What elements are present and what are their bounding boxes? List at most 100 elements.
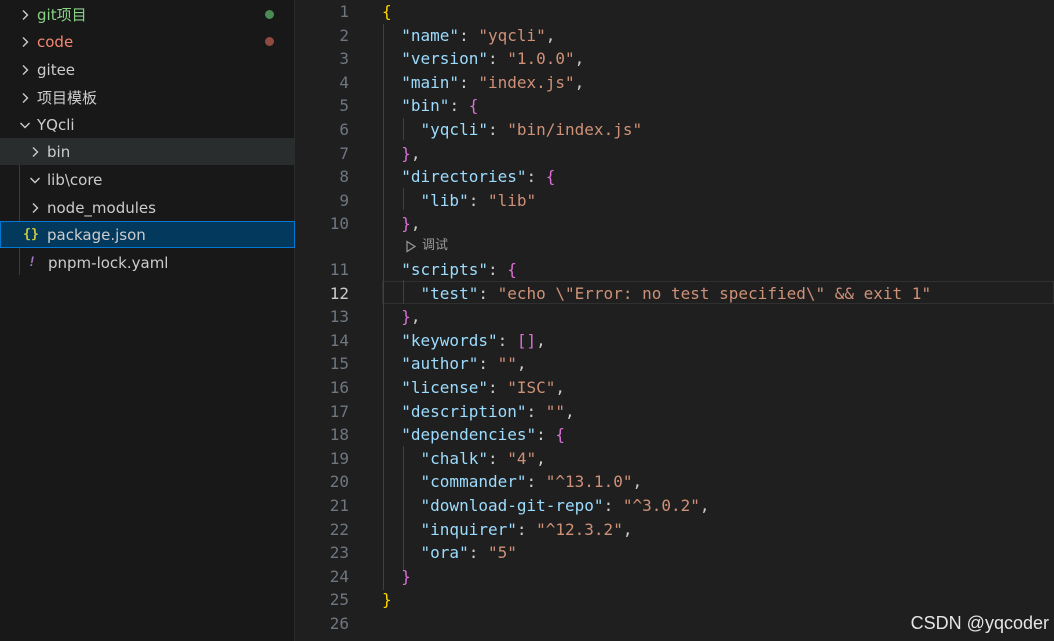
code-token: , — [565, 402, 575, 421]
code-line[interactable]: "description": "", — [382, 400, 575, 424]
code-token: : — [536, 425, 556, 444]
watermark: CSDN @yqcoder — [910, 613, 1049, 633]
code-token: "^12.3.2" — [536, 520, 623, 539]
code-token: "" — [497, 354, 517, 373]
code-token: "bin/index.js" — [507, 120, 643, 139]
code-token: "^3.0.2" — [622, 496, 700, 515]
code-token: { — [545, 167, 556, 186]
code-token: , — [555, 378, 566, 397]
code-token: : — [459, 73, 479, 92]
line-number: 20 — [329, 472, 349, 491]
tree-file-pnpm-lock[interactable]: ! pnpm-lock.yaml — [0, 249, 295, 276]
code-line[interactable]: "author": "", — [382, 352, 526, 376]
codelens-label: 调试 — [422, 238, 449, 253]
code-line[interactable]: "dependencies": { — [382, 423, 565, 447]
code-line[interactable]: "yqcli": "bin/index.js" — [382, 118, 643, 142]
code-line[interactable]: } — [382, 588, 392, 612]
code-token: { — [382, 2, 392, 21]
tree-folder-code[interactable]: code — [0, 28, 295, 55]
tree-folder-gitee[interactable]: gitee — [0, 56, 295, 83]
code-token: } — [401, 144, 411, 163]
yaml-file-icon: ! — [28, 255, 36, 270]
tree-folder-templates[interactable]: 项目模板 — [0, 84, 295, 111]
code-line[interactable]: }, — [382, 142, 420, 166]
tree-folder-bin[interactable]: bin — [0, 138, 295, 165]
code-token: } — [401, 307, 411, 326]
tree-item-label: 项目模板 — [37, 89, 98, 107]
code-line[interactable]: "ora": "5" — [382, 541, 517, 565]
code-token: { — [555, 425, 566, 444]
debug-codelens[interactable]: 调试 — [404, 236, 448, 256]
code-line[interactable]: "directories": { — [382, 165, 555, 189]
line-number: 19 — [329, 449, 349, 468]
code-line[interactable]: "test": "echo \"Error: no test specified… — [382, 282, 932, 306]
code-line[interactable]: "commander": "^13.1.0", — [382, 470, 643, 494]
code-token: "echo \"Error: no test specified\" && ex… — [497, 284, 932, 303]
tree-item-label: pnpm-lock.yaml — [48, 253, 169, 272]
code-line[interactable]: }, — [382, 212, 421, 236]
code-token: "inquirer" — [420, 520, 517, 539]
tree-folder-lib-core[interactable]: lib\core — [0, 166, 295, 193]
code-token: } — [401, 214, 411, 233]
explorer-sidebar: git项目 code gitee 项目模板 YQcli bin lib\core… — [0, 0, 295, 641]
code-line[interactable]: }, — [382, 305, 421, 329]
tree-folder-node-modules[interactable]: node_modules — [0, 194, 295, 221]
code-token: : — [459, 26, 479, 45]
code-token: "index.js" — [478, 73, 575, 92]
line-number: 11 — [329, 260, 349, 279]
code-line[interactable]: { — [382, 0, 392, 24]
code-line[interactable]: "download-git-repo": "^3.0.2", — [382, 494, 710, 518]
chevron-right-icon — [27, 144, 43, 160]
line-number: 12 — [329, 284, 349, 303]
code-line[interactable]: } — [382, 565, 411, 589]
line-number: 25 — [329, 590, 349, 609]
tree-item-label: git项目 — [37, 6, 87, 24]
tree-folder-git[interactable]: git项目 — [0, 1, 295, 28]
tree-item-label: YQcli — [37, 115, 75, 134]
code-token: "keywords" — [401, 331, 498, 350]
code-line[interactable]: "keywords": [], — [382, 329, 546, 353]
code-token: , — [410, 307, 421, 326]
line-number: 9 — [339, 191, 349, 210]
code-token: : — [468, 191, 488, 210]
line-number: 8 — [339, 167, 349, 186]
code-token: "^13.1.0" — [545, 472, 633, 491]
tree-item-label: gitee — [37, 60, 76, 79]
code-line[interactable]: "inquirer": "^12.3.2", — [382, 518, 633, 542]
code-token: } — [401, 567, 411, 586]
code-line[interactable]: "lib": "lib" — [382, 189, 537, 213]
line-number: 3 — [339, 49, 349, 68]
code-token: , — [410, 214, 421, 233]
line-number: 10 — [329, 214, 349, 233]
code-line[interactable]: "license": "ISC", — [382, 376, 565, 400]
code-line[interactable]: "name": "yqcli", — [382, 24, 555, 48]
line-number: 16 — [329, 378, 349, 397]
code-token: : — [487, 260, 508, 279]
code-token: : — [526, 402, 546, 421]
tree-folder-yqcli[interactable]: YQcli — [0, 111, 295, 138]
line-number: 5 — [339, 96, 349, 115]
tree-file-package-json[interactable]: {} package.json — [0, 221, 295, 248]
chevron-right-icon — [17, 7, 33, 23]
code-line[interactable]: "version": "1.0.0", — [382, 47, 584, 71]
code-line[interactable]: "main": "index.js", — [382, 71, 584, 95]
chevron-right-icon — [27, 200, 43, 216]
code-line[interactable]: "bin": { — [382, 94, 478, 118]
code-token: "lib" — [487, 191, 537, 210]
code-token: : — [487, 378, 508, 397]
code-line[interactable]: "chalk": "4", — [382, 447, 546, 471]
code-editor[interactable]: 1 2 3 4 5 6 7 8 9 10 11 12 13 14 15 16 17 18 19 20 21 22 23 24 2… — [296, 0, 1054, 641]
code-line[interactable]: "scripts": { — [382, 258, 517, 282]
